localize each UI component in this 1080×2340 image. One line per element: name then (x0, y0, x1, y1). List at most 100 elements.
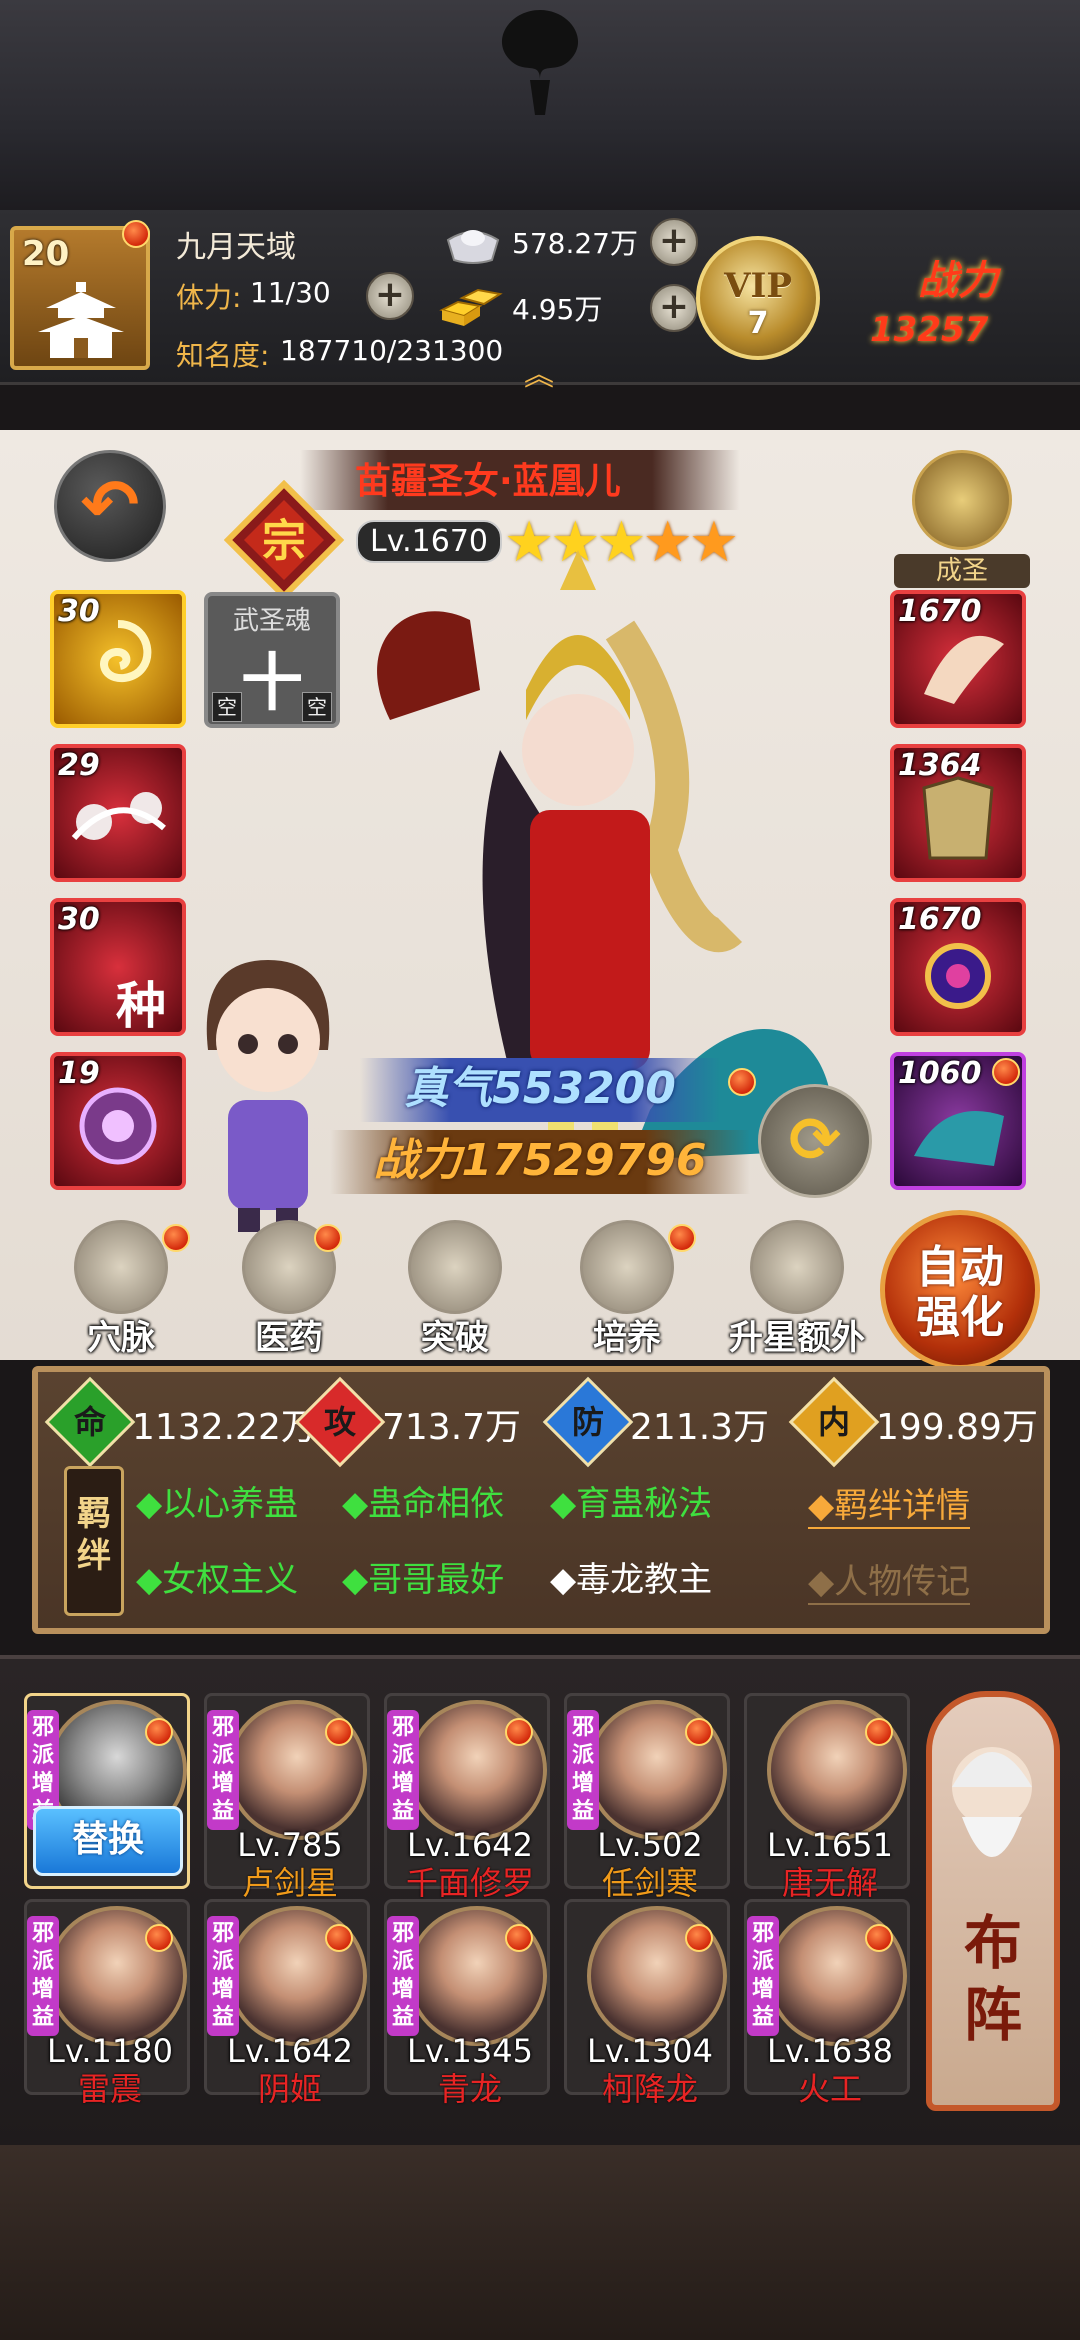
notification-dot (122, 220, 150, 248)
stat-value: 1132.22万 (132, 1407, 317, 1448)
equip-slot-4[interactable]: 1060 (890, 1052, 1026, 1190)
expand-chevron-icon[interactable]: ︽ (524, 350, 554, 394)
sect-char: 宗 (262, 516, 306, 567)
bond-item[interactable]: ◆蛊命相依 (342, 1476, 504, 1525)
add-gold-button[interactable]: + (650, 284, 698, 332)
action-row: 穴脉 医药 突破 培养 升星额外 自动 强化 (0, 1210, 1080, 1370)
notification-dot (162, 1224, 190, 1252)
stat-value: 199.89万 (876, 1407, 1038, 1448)
action-star-up-button[interactable]: 升星额外 (722, 1220, 872, 1360)
notification-dot (325, 1924, 353, 1952)
notification-dot (668, 1224, 696, 1252)
back-button[interactable]: ↶ (54, 450, 166, 562)
evil-sect-tag: 邪派增益 (27, 1916, 59, 2036)
player-avatar[interactable]: 20 (10, 220, 150, 370)
star-up-icon (750, 1220, 844, 1314)
member-name: 任剑寒 (601, 1864, 698, 1902)
formation-member[interactable]: 邪派增益 Lv.785 卢剑星 (204, 1693, 370, 1902)
stat-badge-label: 攻 (323, 1403, 356, 1441)
combat-power-label: 战力 (918, 258, 998, 304)
evil-sect-tag: 邪派增益 (387, 1916, 419, 2036)
skill-slot-1[interactable]: 30 (50, 590, 186, 728)
equip-slot-3[interactable]: 1670 (890, 898, 1026, 1036)
action-label: 医药 (255, 1318, 323, 1358)
member-name: 卢剑星 (241, 1864, 338, 1902)
resource-bar: 20 九月天域 体力: 11/30 + 知名度: 187710/231300 ︽… (0, 210, 1080, 393)
member-name: 柯降龙 (601, 2070, 698, 2108)
add-stamina-button[interactable]: + (366, 272, 414, 320)
action-meridian-button[interactable]: 穴脉 (46, 1220, 196, 1360)
skill-slot-4[interactable]: 19 (50, 1052, 186, 1190)
pagoda-icon (38, 282, 124, 358)
fame-label: 知名度: (176, 339, 270, 372)
formation-member[interactable]: 邪派增益 Lv.1180 雷震 (24, 1899, 190, 2108)
notification-dot (314, 1224, 342, 1252)
stat-badge-label: 内 (817, 1403, 850, 1441)
player-level: 20 (22, 234, 70, 274)
biography-link[interactable]: ◆人物传记 (808, 1554, 971, 1605)
vip-label: VIP (724, 266, 792, 306)
sage-medal-icon (912, 450, 1012, 550)
formation-member[interactable]: Lv.1651 唐无解 (744, 1693, 910, 1902)
martial-soul-slot[interactable]: 武圣魂 十 空 空 (204, 592, 340, 728)
member-name: 青龙 (437, 2070, 502, 2108)
companion-chibi (206, 960, 330, 1232)
bond-item[interactable]: ◆哥哥最好 (342, 1552, 504, 1601)
silver-amount: 578.27万 (512, 227, 638, 260)
skill-level: 29 (58, 748, 100, 783)
action-cultivate-button[interactable]: 培养 (552, 1220, 702, 1360)
equip-slot-1[interactable]: 1670 (890, 590, 1026, 728)
notification-dot (685, 1924, 713, 1952)
formation-member[interactable]: Lv.1304 柯降龙 (564, 1899, 730, 2108)
swap-hero-button[interactable]: ⟳ (758, 1084, 872, 1198)
bond-item[interactable]: ◆毒龙教主 (550, 1552, 712, 1601)
evil-sect-tag: 邪派增益 (747, 1916, 779, 2036)
formation-lineup-button[interactable]: 布 阵 (926, 1691, 1060, 2111)
formation-member[interactable]: 邪派增益 Lv.1345 青龙 (384, 1899, 550, 2108)
skill-slot-3[interactable]: 30 种 (50, 898, 186, 1036)
action-medicine-button[interactable]: 医药 (214, 1220, 364, 1360)
stat-value: 211.3万 (630, 1407, 770, 1448)
replace-button[interactable]: 替换 (33, 1806, 183, 1876)
formation-member[interactable]: 邪派增益 Lv.1642 阴姬 (204, 1899, 370, 2108)
formation-member[interactable]: 邪派增益 Lv.1638 火工 (744, 1899, 910, 2108)
add-silver-button[interactable]: + (650, 218, 698, 266)
evil-sect-tag: 邪派增益 (387, 1710, 419, 1830)
player-name: 九月天域 (176, 230, 296, 265)
bond-seal: 羁绊 (64, 1466, 124, 1616)
stat-badge-label: 命 (73, 1403, 106, 1441)
member-name: 火工 (797, 2070, 862, 2108)
formation-member[interactable]: 邪派增益 Lv.1642 千面修罗 (384, 1693, 550, 1902)
combat-power-value: 13257 (870, 310, 989, 350)
auto-enhance-button[interactable]: 自动 强化 (880, 1210, 1040, 1370)
notification-dot (145, 1924, 173, 1952)
bond-details-link[interactable]: ◆羁绊详情 (808, 1478, 971, 1529)
skill-slot-2[interactable]: 29 (50, 744, 186, 882)
stamina-label: 体力: (176, 281, 242, 314)
bond-item[interactable]: ◆以心养蛊 (136, 1476, 298, 1525)
hero-panel: ↶ 苗疆圣女·蓝凰儿 宗 Lv.1670 ★★★★★ 成圣 30 武圣魂 十 空… (0, 430, 1080, 1370)
action-label: 升星额外 (729, 1318, 865, 1358)
member-name: 雷震 (77, 2070, 142, 2108)
member-name: 唐无解 (781, 1864, 878, 1902)
evil-sect-tag: 邪派增益 (567, 1710, 599, 1830)
equip-level: 1060 (898, 1056, 982, 1091)
true-qi-value: 真气553200 (360, 1058, 720, 1122)
notification-dot (145, 1718, 173, 1746)
member-name: 阴姬 (257, 2070, 322, 2108)
elder-portrait-icon (952, 1747, 1032, 1857)
sage-button[interactable]: 成圣 (894, 450, 1030, 590)
bond-item[interactable]: ◆女权主义 (136, 1552, 298, 1601)
vip-badge[interactable]: VIP 7 (696, 236, 820, 360)
bond-item[interactable]: ◆育蛊秘法 (550, 1476, 712, 1525)
action-breakthrough-button[interactable]: 突破 (380, 1220, 530, 1360)
formation-member-selected[interactable]: 邪派增益 替换 (24, 1693, 190, 1889)
equip-slot-2[interactable]: 1364 (890, 744, 1026, 882)
formation-member[interactable]: 邪派增益 Lv.502 任剑寒 (564, 1693, 730, 1902)
empty-slot-left: 空 (212, 692, 242, 722)
notification-dot (865, 1718, 893, 1746)
notification-dot (505, 1924, 533, 1952)
skill-level: 19 (58, 1056, 100, 1091)
auto-enhance-label: 强化 (916, 1292, 1004, 1343)
top-banner (0, 0, 1080, 210)
